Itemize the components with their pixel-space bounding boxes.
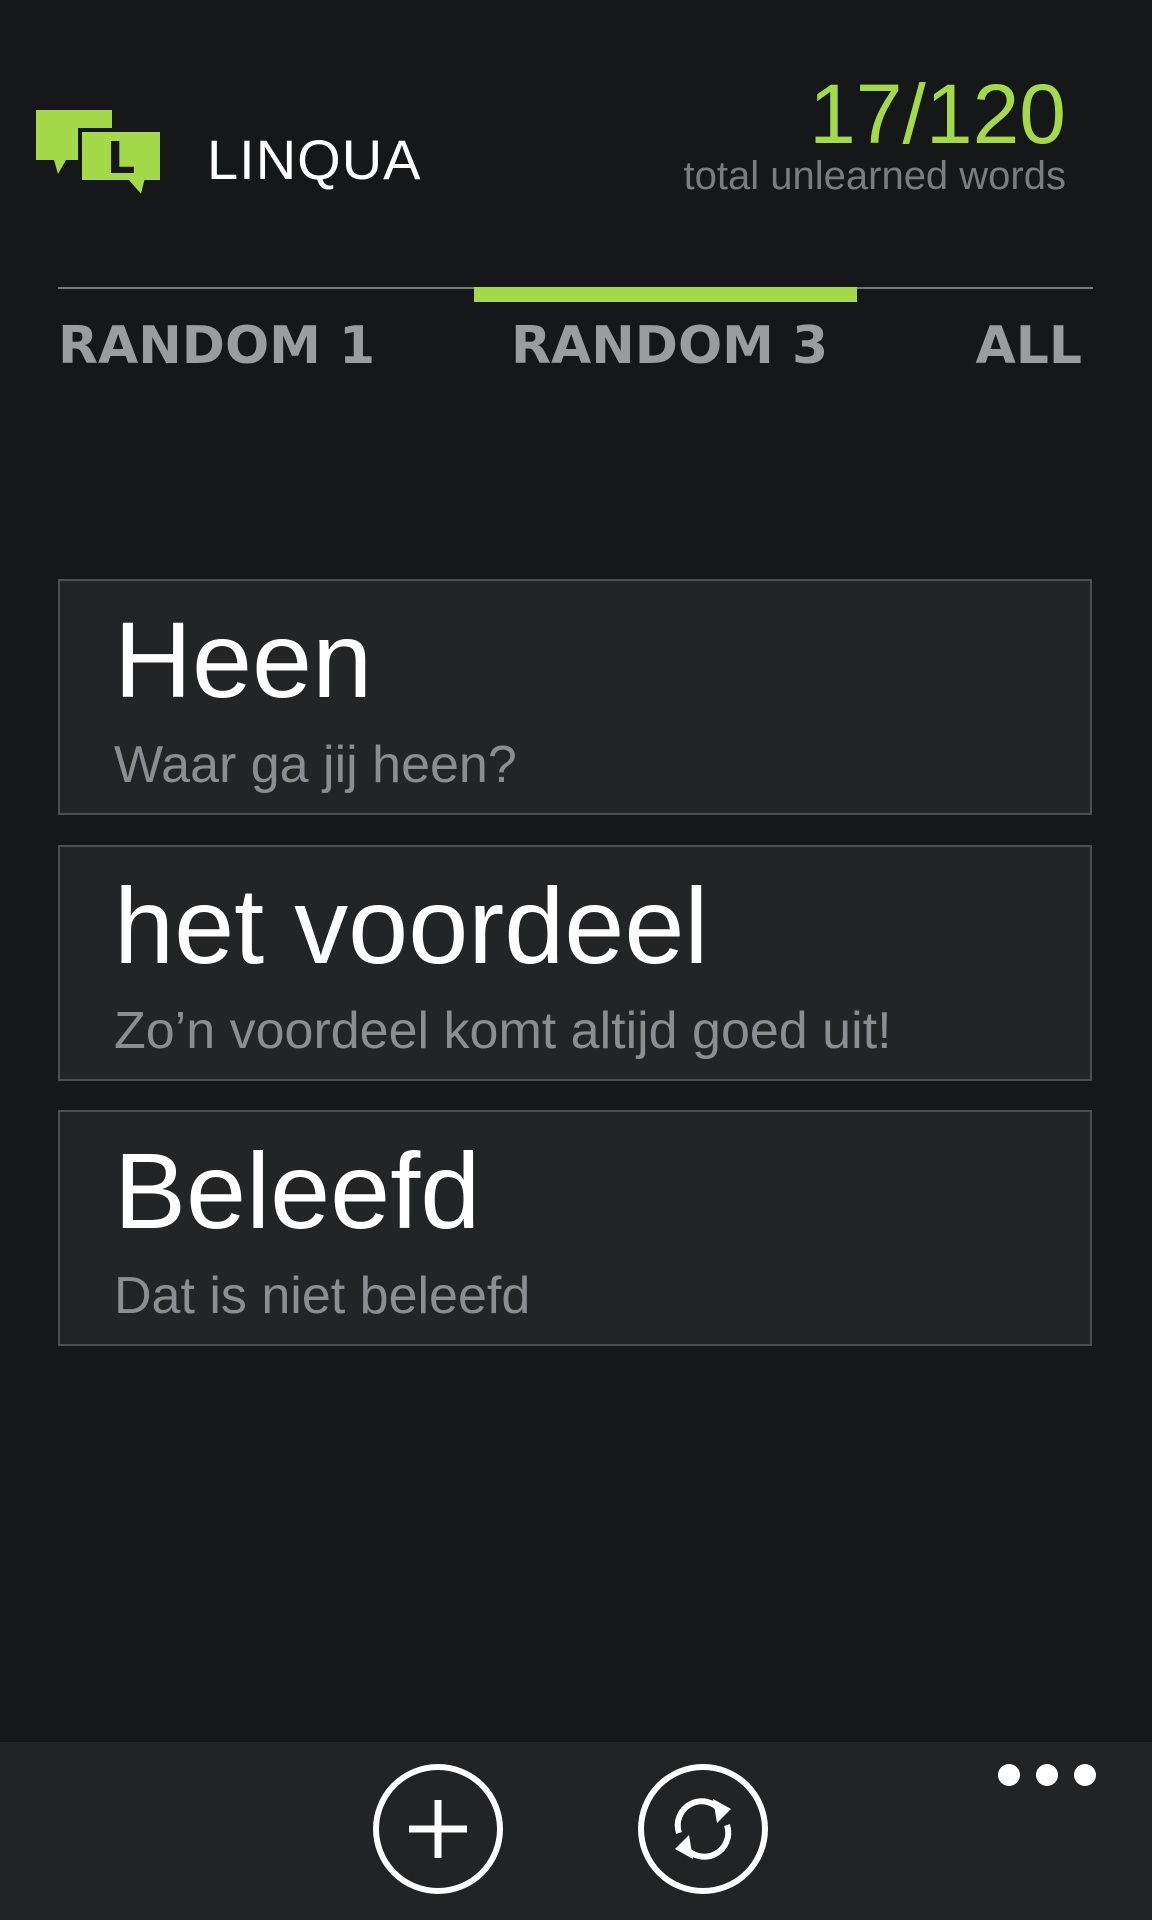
sync-button[interactable] — [638, 1764, 768, 1894]
word-example: Waar ga jij heen? — [114, 736, 517, 794]
tab-all[interactable]: ALL — [975, 317, 1082, 375]
word-example: Zo’n voordeel komt altijd goed uit! — [114, 1002, 892, 1060]
app-title: LINQUA — [207, 128, 422, 191]
word-title: het voordeel — [114, 865, 709, 986]
add-button[interactable] — [373, 1764, 503, 1894]
tab-random-1[interactable]: RANDOM 1 — [58, 317, 375, 375]
ellipsis-icon — [1036, 1764, 1058, 1786]
ellipsis-icon — [1074, 1764, 1096, 1786]
word-card[interactable]: het voordeel Zo’n voordeel komt altijd g… — [58, 845, 1092, 1081]
unlearned-counter: 17/120 — [809, 67, 1066, 161]
sync-icon — [674, 1798, 732, 1860]
word-card[interactable]: Heen Waar ga jij heen? — [58, 579, 1092, 815]
linqua-logo-icon: L — [36, 110, 164, 203]
ellipsis-icon — [998, 1764, 1020, 1786]
tab-random-3[interactable]: RANDOM 3 — [511, 317, 828, 375]
unlearned-counter-label: total unlearned words — [683, 154, 1066, 198]
app-bar — [0, 1742, 1152, 1920]
word-title: Heen — [114, 599, 373, 720]
word-card[interactable]: Beleefd Dat is niet beleefd — [58, 1110, 1092, 1346]
header: L LINQUA 17/120 total unlearned words — [0, 0, 1152, 240]
more-menu-button[interactable] — [998, 1764, 1096, 1786]
svg-text:L: L — [107, 133, 135, 184]
word-title: Beleefd — [114, 1130, 481, 1251]
add-icon — [409, 1800, 467, 1858]
tab-selected-indicator — [474, 287, 857, 302]
word-example: Dat is niet beleefd — [114, 1267, 531, 1325]
